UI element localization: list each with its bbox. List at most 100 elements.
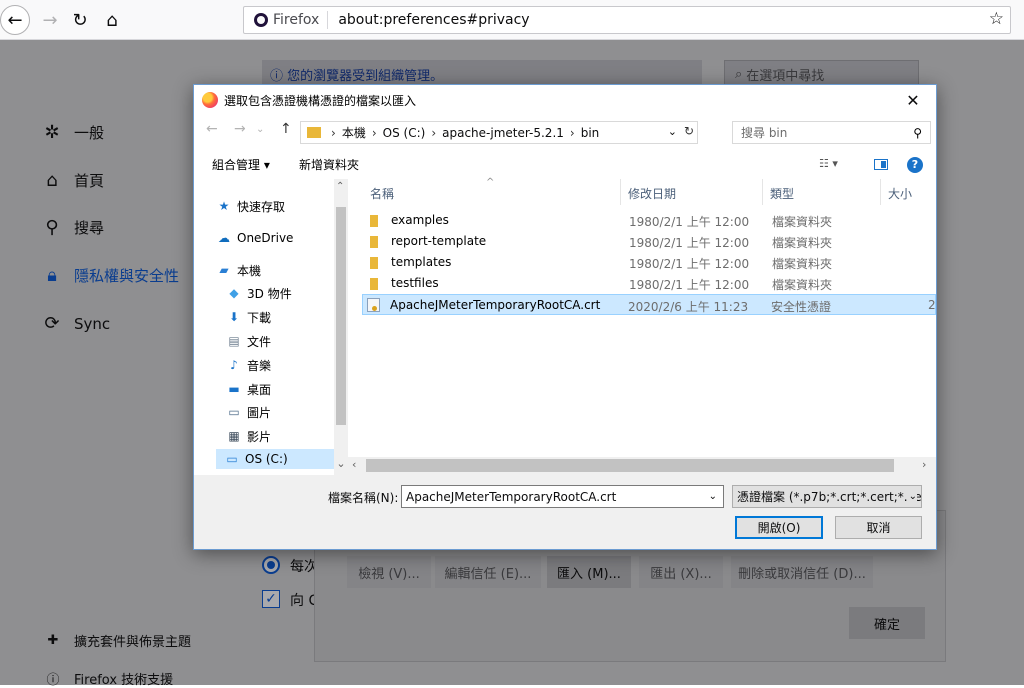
column-type[interactable]: 類型 [770,185,794,202]
delete-cert-button[interactable]: 刪除或取消信任 (D)... [731,556,873,588]
column-size[interactable]: 大小 [888,185,912,202]
tree-scroll-thumb[interactable] [336,207,346,425]
organize-button[interactable]: 組合管理 ▾ [212,156,270,173]
tree-item-downloads[interactable]: ⬇ 下載 [226,307,271,327]
tree-item-quick-access[interactable]: ★ 快速存取 [216,196,285,216]
chevron-up-icon[interactable]: ⌃ [336,181,344,192]
url-bar[interactable]: Firefox about:preferences#privacy ☆ [243,6,1011,34]
nav-addons[interactable]: ✚ 擴充套件與佈景主題 [44,631,191,650]
horizontal-scroll-thumb[interactable] [366,459,894,472]
search-icon: ⚲ [913,125,922,140]
file-list-horizontal-scrollbar[interactable]: ‹ › [348,457,936,475]
drive-icon: ▭ [226,452,238,466]
nav-general[interactable]: ✲ 一般 [40,122,104,143]
edit-trust-button[interactable]: 編輯信任 (E)... [435,556,541,588]
refresh-icon[interactable]: ↻ [684,124,694,138]
nav-support[interactable]: ⓘ Firefox 技術支援 [44,669,173,688]
document-icon: ▤ [228,334,240,348]
home-icon: ⌂ [46,170,58,191]
sync-icon: ⟳ [44,313,60,334]
back-button[interactable]: ← [0,5,30,35]
tree-label: 音樂 [247,358,272,373]
tree-label: 影片 [247,429,272,444]
breadcrumb-item[interactable]: apache-jmeter-5.2.1 [442,126,564,140]
import-cert-button[interactable]: 匯入 (M)... [547,556,631,588]
chevron-down-icon[interactable]: ⌄ [906,491,917,502]
nav-privacy[interactable]: 🔒︎ 隱私權與安全性 [40,265,179,286]
folder-search-input[interactable]: 搜尋 bin ⚲ [732,121,931,144]
query-ocsp-checkbox[interactable]: ✓ [262,590,280,608]
back-arrow-icon[interactable]: ← [206,121,218,137]
new-folder-button[interactable]: 新增資料夾 [299,156,359,173]
computer-icon: ▰ [219,263,229,277]
file-row[interactable]: testfiles 1980/2/1 上午 12:00 檔案資料夾 [364,273,936,294]
up-arrow-icon[interactable]: ↑ [280,121,292,137]
reload-button[interactable]: ↻ [66,6,94,34]
tree-item-music[interactable]: ♪ 音樂 [226,355,271,375]
tree-item-desktop[interactable]: ▬ 桌面 [226,379,271,399]
tree-item-documents[interactable]: ▤ 文件 [226,331,271,351]
forward-button[interactable]: → [36,6,64,34]
export-cert-button[interactable]: 匯出 (X)... [639,556,723,588]
tree-item-pictures[interactable]: ▭ 圖片 [226,402,271,422]
firefox-icon [254,13,268,27]
filename-input[interactable]: ApacheJMeterTemporaryRootCA.crt ⌄ [401,485,724,508]
close-button[interactable]: ✕ [890,85,936,115]
tree-item-os-c[interactable]: ▭ OS (C:) [216,449,334,469]
ok-button[interactable]: 確定 [849,607,925,639]
chevron-down-icon[interactable]: ⌄ [709,491,717,502]
video-icon: ▦ [228,429,240,443]
breadcrumb-item[interactable]: OS (C:) [383,126,426,140]
file-list: 名稱 ^ 修改日期 類型 大小 examples 1980/2/1 上午 12:… [354,177,936,457]
dialog-titlebar[interactable]: 選取包含憑證機構憑證的檔案以匯入 ✕ [194,85,936,115]
filename-value: ApacheJMeterTemporaryRootCA.crt [406,489,617,504]
file-row[interactable]: examples 1980/2/1 上午 12:00 檔案資料夾 [364,210,936,231]
chevron-down-icon[interactable]: ⌄ [256,124,264,135]
close-icon: ✕ [906,90,920,110]
footer-label: Firefox 技術支援 [74,673,174,688]
nav-label: 首頁 [74,172,105,190]
home-button[interactable]: ⌂ [98,6,126,34]
nav-sync[interactable]: ⟳ Sync [40,313,110,334]
cube-icon: ◆ [229,286,239,300]
tree-item-onedrive[interactable]: ☁ OneDrive [216,228,293,248]
bookmark-star-icon[interactable]: ☆ [989,9,1004,29]
reload-icon: ↻ [72,9,88,31]
chevron-down-icon[interactable]: ⌄ [668,125,677,138]
star-icon: ★ [218,199,230,213]
breadcrumb-item[interactable]: 本機 [342,124,366,141]
column-name[interactable]: 名稱 [370,185,394,202]
file-type-select[interactable]: 憑證檔案 (*.p7b;*.crt;*.cert;*.cer ⌄ [732,485,922,508]
breadcrumb-item[interactable]: bin [581,126,600,140]
tree-item-3d-objects[interactable]: ◆ 3D 物件 [226,283,291,303]
chevron-down-icon[interactable]: ⌄ [334,457,348,475]
tree-item-this-pc[interactable]: ▰ 本機 [216,260,261,280]
music-icon: ♪ [230,358,238,372]
url-text[interactable]: about:preferences#privacy [328,12,529,28]
column-date[interactable]: 修改日期 [628,185,676,202]
file-row[interactable]: report-template 1980/2/1 上午 12:00 檔案資料夾 [364,231,936,252]
nav-search[interactable]: ⚲ 搜尋 [40,217,104,238]
help-icon[interactable]: ? [907,157,923,173]
certificate-icon [367,298,380,312]
search-icon: ⌕ [735,66,743,82]
chevron-left-icon[interactable]: ‹ [352,458,356,471]
cancel-button[interactable]: 取消 [835,516,922,539]
open-button[interactable]: 開啟(O) [735,516,823,539]
forward-arrow-icon[interactable]: → [234,121,246,137]
tree-item-videos[interactable]: ▦ 影片 [226,426,271,446]
file-row[interactable]: templates 1980/2/1 上午 12:00 檔案資料夾 [364,252,936,273]
tree-label: OneDrive [237,231,294,245]
address-bar[interactable]: › 本機 › OS (C:) › apache-jmeter-5.2.1 › b… [300,121,698,144]
view-options-icon[interactable]: ☷ ▾ [819,157,838,170]
nav-label: Sync [74,314,111,333]
nav-home[interactable]: ⌂ 首頁 [40,170,104,191]
chevron-right-icon[interactable]: › [922,458,926,471]
identity-box[interactable]: Firefox [244,11,329,29]
dialog-title: 選取包含憑證機構憑證的檔案以匯入 [224,93,417,108]
ask-every-time-radio[interactable] [262,556,280,574]
file-row-selected[interactable]: ApacheJMeterTemporaryRootCA.crt 2020/2/6… [362,294,936,315]
preview-pane-icon[interactable] [874,159,888,170]
view-cert-button[interactable]: 檢視 (V)... [347,556,431,588]
tree-label: OS (C:) [245,452,288,466]
